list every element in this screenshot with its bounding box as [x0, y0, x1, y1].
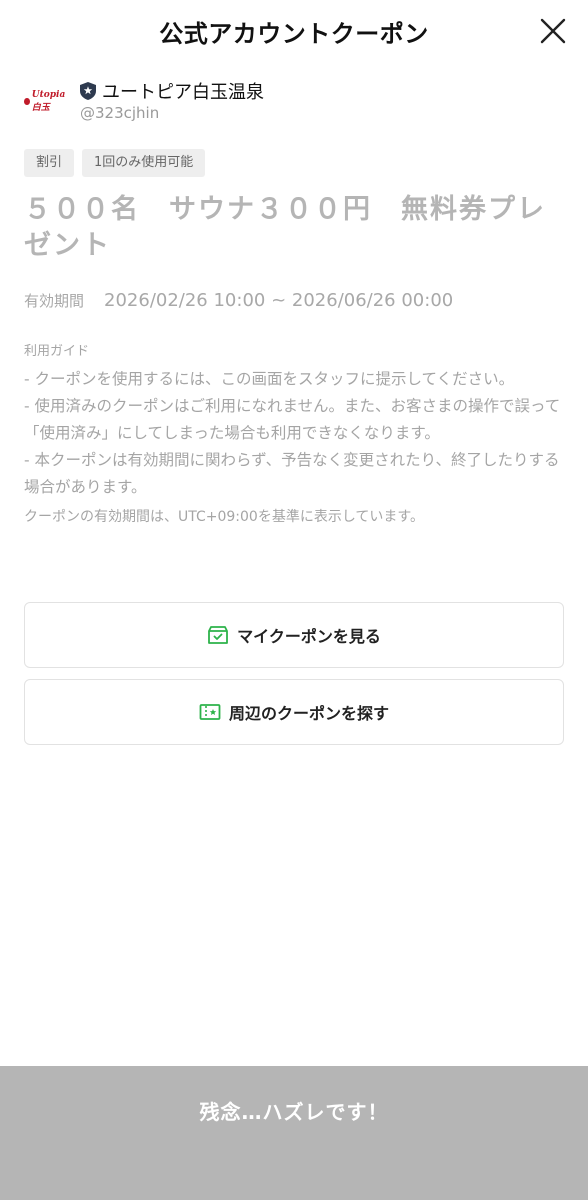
nearby-coupons-button[interactable]: 周辺のクーポンを探す: [24, 679, 564, 745]
logo-mark: [24, 97, 30, 105]
coupon-ticket-icon: [199, 704, 221, 720]
account-id: @323cjhin: [80, 104, 160, 122]
close-icon[interactable]: [536, 14, 570, 48]
coupon-tags: 割引 1回のみ使用可能: [24, 149, 206, 177]
validity-label: 有効期間: [24, 292, 85, 310]
guide-line: - クーポンを使用するには、この画面をスタッフに提示してください。: [24, 370, 515, 388]
page-title: 公式アカウントクーポン: [159, 20, 429, 48]
tag-discount: 割引: [24, 149, 75, 177]
usage-guide: 利用ガイド - クーポンを使用するには、この画面をスタッフに提示してください。 …: [24, 342, 569, 529]
header: 公式アカウントクーポン: [0, 0, 588, 66]
validity-period: 有効期間 2026/02/26 10:00 ~ 2026/06/26 00:00: [24, 290, 453, 311]
logo-text: Utopia白玉: [31, 89, 66, 113]
coupon-title: ５００名 サウナ３００円 無料券プレゼント: [24, 194, 546, 261]
guide-line: - 本クーポンは有効期間に関わらず、予告なく変更されたり、終了したりする場合があ…: [24, 451, 560, 496]
coupon-box-icon: [208, 626, 229, 644]
result-label: 残念…ハズレです！: [199, 1100, 389, 1124]
my-coupons-button[interactable]: マイクーポンを見る: [24, 602, 564, 668]
shield-star-icon: [80, 82, 96, 100]
validity-range: 2026/02/26 10:00 ~ 2026/06/26 00:00: [104, 290, 454, 311]
account-name: ユートピア白玉温泉: [102, 82, 264, 103]
account-info[interactable]: Utopia白玉 ユートピア白玉温泉 @323cjhin: [24, 78, 564, 128]
result-button[interactable]: 残念…ハズレです！: [0, 1066, 588, 1200]
timezone-note: クーポンの有効期間は、UTC+09:00を基準に表示しています。: [24, 509, 425, 525]
account-logo: Utopia白玉: [24, 89, 74, 113]
guide-heading: 利用ガイド: [24, 344, 90, 359]
nearby-coupons-label: 周辺のクーポンを探す: [228, 704, 389, 723]
my-coupons-label: マイクーポンを見る: [237, 627, 381, 646]
tag-single-use: 1回のみ使用可能: [82, 149, 206, 177]
guide-line: - 使用済みのクーポンはご利用になれません。また、お客さまの操作で誤って「使用済…: [24, 397, 561, 442]
